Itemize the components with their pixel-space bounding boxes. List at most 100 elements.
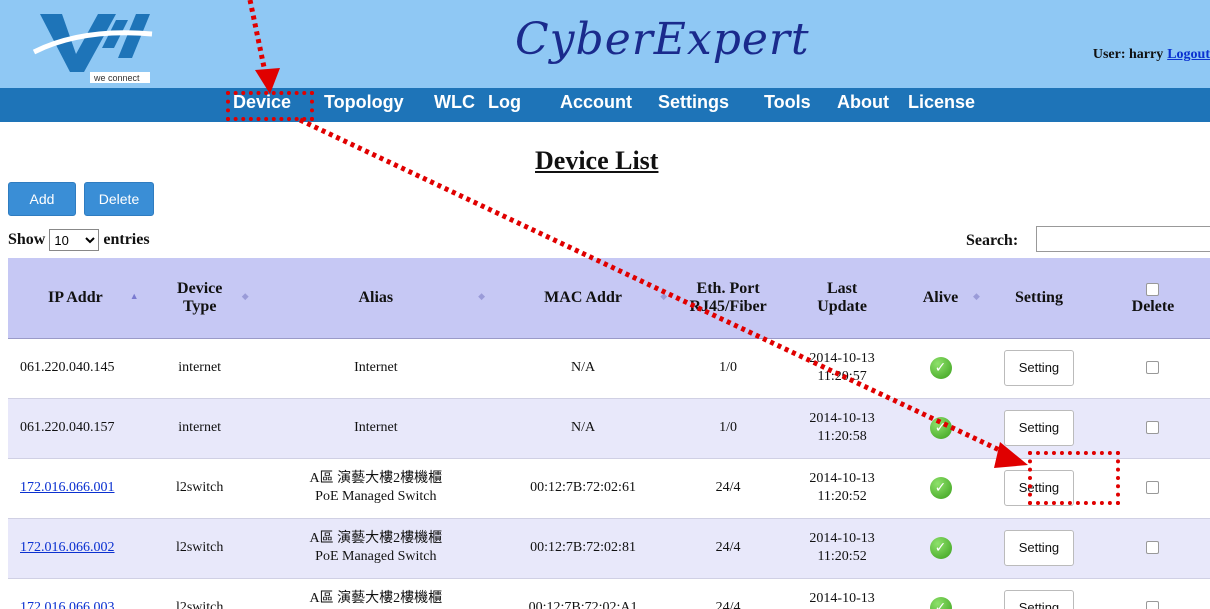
nav-account[interactable]: Account [560, 92, 632, 113]
delete-checkbox[interactable] [1146, 481, 1160, 495]
device-table: IP Addr ▲ Device Type ◆ Alias ◆ MAC Addr ◆ E… [8, 258, 1210, 609]
cell-eth-port: 24/4 [671, 458, 786, 519]
col-last-update[interactable]: Last Update [785, 258, 900, 339]
col-alive-label: Alive [922, 288, 959, 306]
cell-alive: ✓ [899, 518, 982, 579]
cell-device-type: l2switch [142, 458, 257, 519]
sort-icon: ◆ [973, 291, 980, 301]
delete-checkbox[interactable] [1146, 601, 1160, 609]
delete-checkbox[interactable] [1146, 541, 1160, 555]
add-button[interactable]: Add [8, 182, 76, 216]
check-circle-icon: ✓ [929, 537, 952, 559]
cell-last-update: 2014-10-13 11:20:57 [785, 338, 900, 399]
update-date: 2014-10-13 [809, 411, 875, 426]
check-circle-icon: ✓ [929, 417, 952, 439]
cell-mac: N/A [494, 398, 672, 459]
cell-alias: Internet [256, 338, 495, 399]
col-eth-port[interactable]: Eth. Port RJ45/Fiber [671, 258, 786, 339]
col-last-update-label: Last Update [817, 279, 867, 315]
col-mac[interactable]: MAC Addr ◆ [494, 258, 672, 339]
cell-ip: 061.220.040.145 [8, 338, 143, 399]
check-circle-icon: ✓ [929, 357, 952, 379]
cell-mac: 00:12:7B:72:02:81 [494, 518, 672, 579]
select-all-checkbox[interactable] [1146, 282, 1160, 296]
show-label: Show [8, 231, 46, 248]
nav-about[interactable]: About [837, 92, 889, 113]
cell-delete [1095, 578, 1210, 609]
via-logo: we connect [32, 14, 153, 83]
cell-device-type: l2switch [142, 518, 257, 579]
nav-log[interactable]: Log [488, 92, 521, 113]
cell-delete [1095, 398, 1210, 459]
logout-link[interactable]: Logout [1167, 47, 1210, 62]
update-date: 2014-10-13 [809, 471, 875, 486]
delete-checkbox[interactable] [1146, 421, 1160, 435]
main-nav: Device Topology WLC Log Account Settings… [0, 88, 1210, 122]
cell-alias: Internet [256, 398, 495, 459]
update-date: 2014-10-13 [809, 531, 875, 546]
cell-alive: ✓ [899, 578, 982, 609]
entries-select[interactable]: 10 [49, 229, 100, 251]
update-date: 2014-10-13 [809, 591, 875, 606]
cell-eth-port: 1/0 [671, 398, 786, 459]
delete-button[interactable]: Delete [84, 182, 154, 216]
ip-link[interactable]: 172.016.066.002 [20, 540, 115, 555]
col-setting: Setting [981, 258, 1096, 339]
cell-setting: Setting [981, 338, 1096, 399]
ip-link[interactable]: 172.016.066.003 [20, 600, 115, 609]
cell-ip: 061.220.040.157 [8, 398, 143, 459]
setting-button[interactable]: Setting [1003, 350, 1074, 386]
cell-mac: 00:12:7B:72:02:A1 [494, 578, 672, 609]
col-ip-label: IP Addr [48, 288, 103, 306]
setting-button[interactable]: Setting [1003, 530, 1074, 566]
table-row: 061.220.040.145 internet Internet N/A 1/… [8, 338, 1210, 399]
sort-icon: ◆ [241, 291, 249, 301]
nav-tools[interactable]: Tools [764, 92, 811, 113]
cell-alias: A區 演藝大樓2樓機櫃 PoE Managed Switch [256, 578, 495, 609]
header: we connect CyberExpert User: harry Logout [0, 0, 1210, 88]
cell-last-update: 2014-10-13 11:20:58 [785, 398, 900, 459]
brand-title: CyberExpert [515, 14, 810, 65]
col-delete-label: Delete [1131, 297, 1175, 315]
nav-settings[interactable]: Settings [658, 92, 729, 113]
cell-setting: Setting [981, 518, 1096, 579]
col-delete: Delete [1095, 258, 1210, 339]
cell-ip: 172.016.066.001 [8, 458, 143, 519]
update-time: 11:20:57 [817, 369, 867, 384]
col-alias[interactable]: Alias ◆ [256, 258, 495, 339]
cell-last-update: 2014-10-1311:20:53 [785, 578, 900, 609]
annotation-box-setting [1028, 451, 1120, 505]
check-circle-icon: ✓ [929, 477, 952, 499]
setting-button[interactable]: Setting [1003, 590, 1074, 609]
setting-button[interactable]: Setting [1003, 410, 1074, 446]
cell-setting: Setting [981, 398, 1096, 459]
update-time: 11:20:52 [817, 549, 867, 564]
update-time: 11:20:58 [817, 429, 867, 444]
update-time: 11:20:52 [817, 489, 867, 504]
nav-license[interactable]: License [908, 92, 975, 113]
sort-icon: ◆ [660, 291, 668, 301]
col-alias-label: Alias [358, 288, 394, 306]
ip-link[interactable]: 172.016.066.001 [20, 480, 115, 495]
col-eth-port-label: Eth. Port RJ45/Fiber [689, 279, 767, 315]
col-device-type[interactable]: Device Type ◆ [142, 258, 257, 339]
col-mac-label: MAC Addr [544, 288, 622, 306]
logo-tagline: we connect [93, 73, 140, 83]
search-input[interactable] [1036, 226, 1210, 252]
entries-label: entries [103, 231, 150, 248]
col-ip[interactable]: IP Addr ▲ [8, 258, 143, 339]
table-row: 172.016.066.002 l2switch A區 演藝大樓2樓機櫃 PoE… [8, 518, 1210, 579]
cell-mac: 00:12:7B:72:02:61 [494, 458, 672, 519]
col-alive[interactable]: Alive ◆ [899, 258, 982, 339]
cell-eth-port: 24/4 [671, 578, 786, 609]
cell-alive: ✓ [899, 458, 982, 519]
delete-checkbox[interactable] [1146, 361, 1160, 375]
cell-last-update: 2014-10-13 11:20:52 [785, 458, 900, 519]
nav-topology[interactable]: Topology [324, 92, 404, 113]
col-setting-label: Setting [1014, 288, 1063, 306]
nav-wlc[interactable]: WLC [434, 92, 475, 113]
user-label: User: harry [1092, 47, 1164, 62]
cell-alias: A區 演藝大樓2樓機櫃 PoE Managed Switch [256, 458, 495, 519]
update-date: 2014-10-13 [809, 351, 875, 366]
cell-alive: ✓ [899, 398, 982, 459]
